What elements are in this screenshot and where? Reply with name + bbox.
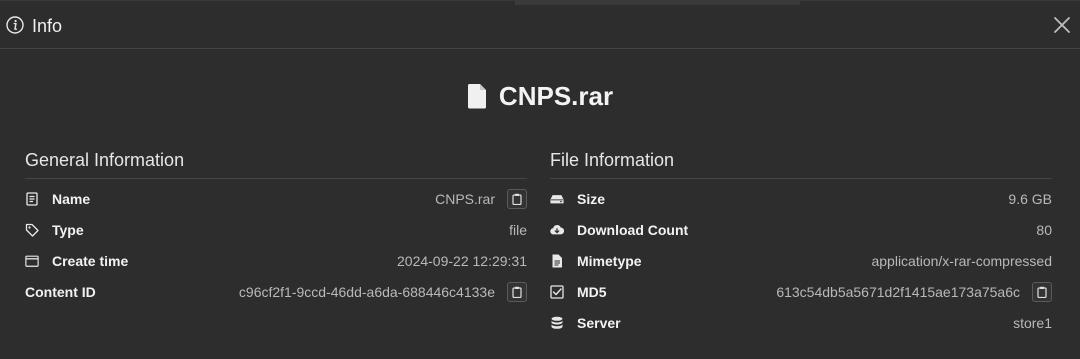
file-information-section: File Information Size 9.6 GB Download Co… — [550, 147, 1052, 338]
file-text-icon — [552, 254, 562, 267]
hard-drive-icon — [550, 194, 564, 203]
row-create-time: Create time 2024-09-22 12:29:31 — [25, 245, 527, 276]
row-label: Type — [52, 221, 84, 238]
row-value: store1 — [1013, 314, 1052, 331]
row-label: Server — [577, 314, 621, 331]
section-title-file: File Information — [550, 147, 1052, 179]
database-icon — [551, 316, 563, 329]
row-value: 9.6 GB — [1008, 190, 1052, 207]
row-name: Name CNPS.rar — [25, 183, 527, 214]
row-value: 613c54db5a5671d2f1415ae173a75a6c — [776, 283, 1020, 300]
row-value: c96cf2f1-9ccd-46dd-a6da-688446c4133e — [238, 283, 495, 300]
row-label: Create time — [52, 252, 129, 269]
row-download-count: Download Count 80 — [550, 214, 1052, 245]
clipboard-icon — [512, 193, 522, 205]
section-title-general: General Information — [25, 147, 527, 179]
file-heading: CNPS.rar — [0, 79, 1080, 115]
file-name-title: CNPS.rar — [498, 81, 614, 111]
copy-button[interactable] — [507, 281, 527, 302]
close-icon[interactable] — [1052, 15, 1072, 35]
row-label: Content ID — [25, 283, 96, 300]
row-value: CNPS.rar — [435, 190, 495, 207]
clipboard-icon — [1037, 286, 1047, 298]
copy-button[interactable] — [1032, 281, 1052, 302]
row-label: Name — [52, 190, 91, 207]
row-label: Size — [577, 190, 606, 207]
info-dialog: Info CNPS.rar General Information Name C… — [0, 0, 1080, 359]
file-icon — [467, 84, 486, 109]
calendar-icon — [25, 255, 39, 267]
row-value: 80 — [1036, 221, 1052, 238]
row-server: Server store1 — [550, 307, 1052, 338]
row-size: Size 9.6 GB — [550, 183, 1052, 214]
row-label: Mimetype — [577, 252, 642, 269]
row-content-id: Content ID c96cf2f1-9ccd-46dd-a6da-68844… — [25, 276, 527, 307]
info-circle-icon — [6, 16, 24, 34]
row-label: Download Count — [577, 221, 689, 238]
row-md5: MD5 613c54db5a5671d2f1415ae173a75a6c — [550, 276, 1052, 307]
clipboard-icon — [512, 286, 522, 298]
tag-icon — [25, 223, 39, 237]
dialog-header: Info — [0, 1, 1080, 49]
row-label: MD5 — [577, 283, 607, 300]
checkbox-icon — [550, 284, 564, 299]
document-icon — [26, 191, 38, 206]
row-value: file — [509, 221, 527, 238]
row-value: 2024-09-22 12:29:31 — [397, 252, 527, 269]
general-information-section: General Information Name CNPS.rar Type f… — [25, 147, 527, 307]
row-value: application/x-rar-compressed — [871, 252, 1052, 269]
dialog-title: Info — [32, 16, 63, 36]
copy-button[interactable] — [507, 188, 527, 209]
row-type: Type file — [25, 214, 527, 245]
cloud-download-icon — [550, 224, 564, 234]
row-mimetype: Mimetype application/x-rar-compressed — [550, 245, 1052, 276]
